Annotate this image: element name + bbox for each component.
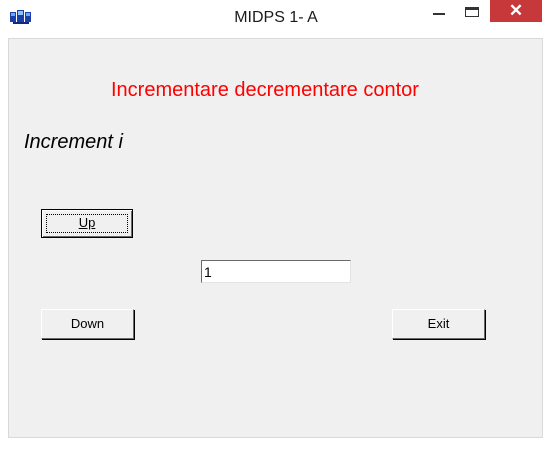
down-button-label: Down	[70, 316, 105, 331]
minimize-button[interactable]	[420, 0, 458, 22]
increment-label: Increment i	[24, 131, 123, 153]
maximize-icon	[465, 7, 479, 17]
app-window: MIDPS 1- A ✕ Incrementare decrementare c…	[0, 0, 552, 451]
up-button-label: Up	[78, 215, 96, 230]
down-button[interactable]: Down	[41, 309, 134, 339]
title-bar[interactable]: MIDPS 1- A ✕	[0, 0, 552, 38]
close-button[interactable]: ✕	[490, 0, 542, 22]
exit-button[interactable]: Exit	[392, 309, 485, 339]
form-heading: Incrementare decrementare contor	[111, 79, 419, 101]
form-client-area: Incrementare decrementare contor Increme…	[8, 38, 543, 438]
counter-field[interactable]	[201, 260, 351, 283]
minimize-icon	[433, 13, 445, 15]
maximize-button[interactable]	[458, 0, 490, 22]
up-button[interactable]: Up	[41, 209, 133, 238]
exit-button-label: Exit	[427, 316, 450, 331]
close-icon: ✕	[508, 1, 524, 20]
